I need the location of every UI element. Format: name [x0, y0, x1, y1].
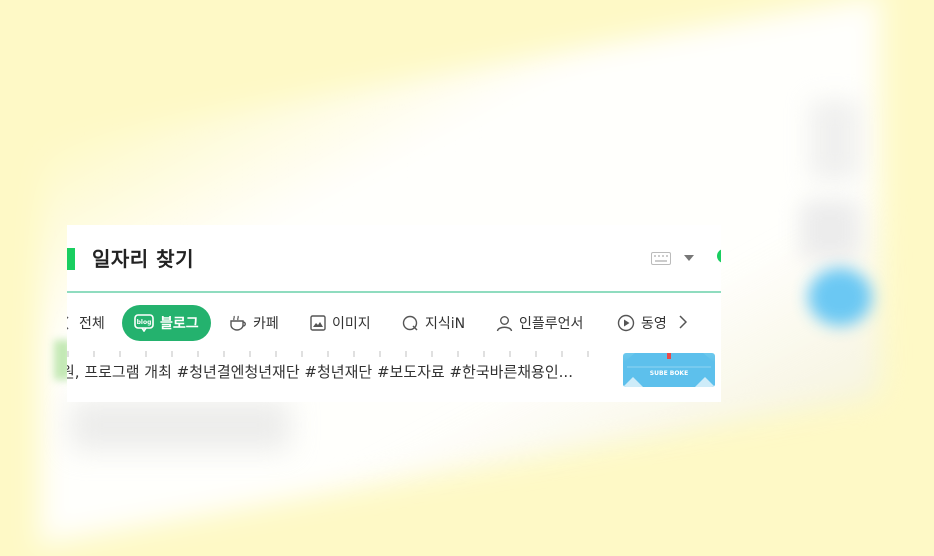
image-icon: [310, 315, 326, 331]
tab-label: 이미지: [332, 316, 371, 332]
tab-label: 카페: [253, 316, 279, 332]
svg-text:blog: blog: [137, 319, 152, 326]
search-panel: 일자리 찾기 전체 blog 블로그 카페 이미지 지식iN 인플루언서 동영 …: [67, 225, 721, 402]
blurred-shape: [800, 200, 860, 260]
knowledge-icon: [402, 315, 418, 330]
play-icon: [617, 314, 635, 332]
blurred-blue-shape: [808, 268, 872, 326]
tab-all[interactable]: 전체: [79, 305, 105, 341]
tab-influencer[interactable]: 인플루언서: [496, 305, 583, 341]
tab-knowledge-in[interactable]: 지식iN: [402, 305, 465, 341]
tab-blog[interactable]: blog 블로그: [122, 305, 211, 341]
tab-label: 인플루언서: [519, 316, 584, 332]
tab-video[interactable]: 동영: [617, 305, 667, 341]
tab-label: 지식iN: [425, 316, 466, 332]
search-accent-bar: [67, 248, 75, 270]
keyboard-icon[interactable]: [651, 252, 671, 265]
cafe-icon: [230, 315, 246, 331]
result-thumbnail[interactable]: SUBE BOKE: [623, 353, 715, 387]
result-snippet[interactable]: 원, 프로그램 개최 #청년결엔청년재단 #청년재단 #보도자료 #한국바른채용…: [67, 361, 599, 382]
search-button[interactable]: [717, 249, 721, 263]
influencer-icon: [496, 315, 513, 331]
search-tabs: 전체 blog 블로그 카페 이미지 지식iN 인플루언서 동영: [67, 303, 721, 343]
tab-cafe[interactable]: 카페: [229, 305, 279, 341]
chevron-right-icon[interactable]: [679, 315, 687, 329]
blurred-shape: [70, 400, 290, 450]
blurred-shape: [810, 100, 860, 180]
chevron-down-icon[interactable]: [683, 253, 695, 263]
tab-label: 블로그: [160, 316, 199, 332]
tab-label: 동영: [641, 316, 667, 332]
blog-icon: blog: [134, 314, 154, 332]
chevron-left-icon[interactable]: [67, 316, 69, 330]
search-input[interactable]: 일자리 찾기: [92, 243, 194, 272]
thumbnail-caption: SUBE BOKE: [649, 370, 689, 377]
clipped-text-row: [67, 351, 607, 357]
tab-label: 전체: [79, 316, 105, 332]
search-bar: 일자리 찾기: [67, 225, 721, 293]
tab-image[interactable]: 이미지: [310, 305, 371, 341]
